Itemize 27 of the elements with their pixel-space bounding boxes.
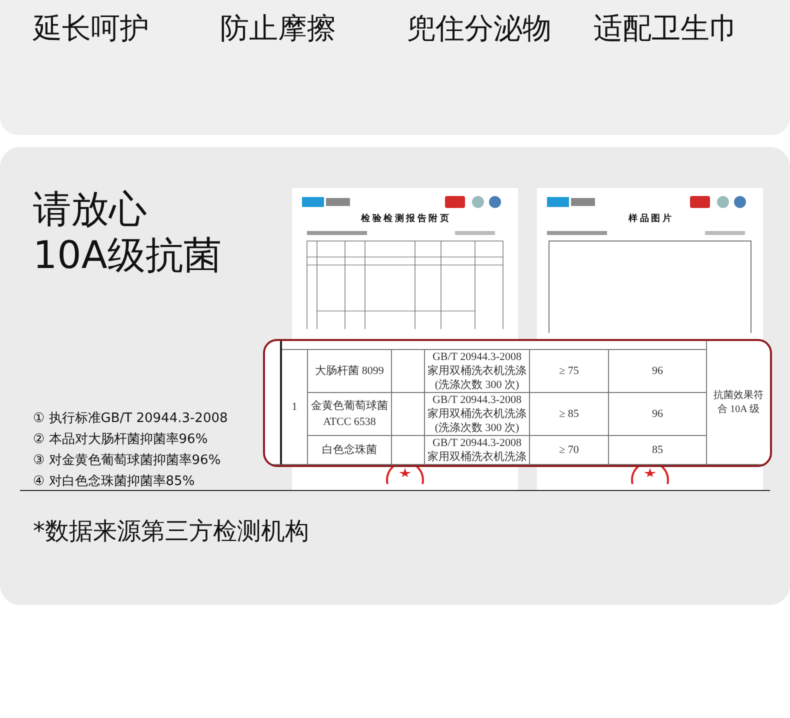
table-cell: ≥ 70 bbox=[530, 436, 609, 465]
headline: 10A级抗菌 bbox=[33, 232, 222, 279]
table-cell: GB/T 20944.3-2008 家用双桶洗衣机洗涤 (洗涤次数 300 次) bbox=[425, 393, 530, 436]
note-line: ① 执行标准GB/T 20944.3-2008 bbox=[33, 410, 229, 427]
table-cell: 96 bbox=[609, 350, 707, 393]
table-cell: 85 bbox=[609, 436, 707, 465]
table-cell: 金黄色葡萄球菌 ATCC 6538 bbox=[308, 393, 392, 436]
note-line: ④ 对白色念珠菌抑菌率85% bbox=[33, 473, 196, 490]
headline: 请放心 bbox=[33, 186, 148, 233]
table-cell: 1 bbox=[282, 350, 308, 465]
feature-label: 延长呵护 bbox=[33, 10, 150, 47]
table-cell: 抗菌效果符合 10A 级 bbox=[707, 341, 770, 465]
note-line: ③ 对金黄色葡萄球菌抑菌率96% bbox=[33, 452, 222, 469]
feature-label: 防止摩擦 bbox=[220, 10, 337, 47]
table-cell: GB/T 20944.3-2008 家用双桶洗衣机洗涤 (洗涤次数 300 次) bbox=[425, 350, 530, 393]
table-cell: ≥ 75 bbox=[530, 350, 609, 393]
note-line: ② 本品对大肠杆菌抑菌率96% bbox=[33, 431, 209, 448]
report-title: 样 品 图 片 bbox=[628, 212, 672, 225]
report-title: 检 验 检 测 报 告 附 页 bbox=[361, 212, 449, 225]
table-cell: ≥ 85 bbox=[530, 393, 609, 436]
table-cell: 96 bbox=[609, 393, 707, 436]
table-cell: 大肠杆菌 8099 bbox=[308, 350, 392, 393]
feature-label: 兜住分泌物 bbox=[406, 10, 552, 47]
table-cell: 白色念珠菌 bbox=[308, 436, 392, 465]
feature-label: 适配卫生巾 bbox=[593, 10, 740, 47]
footnote: *数据来源第三方检测机构 bbox=[32, 516, 310, 547]
table-cell: GB/T 20944.3-2008 家用双桶洗衣机洗涤 bbox=[425, 436, 530, 465]
